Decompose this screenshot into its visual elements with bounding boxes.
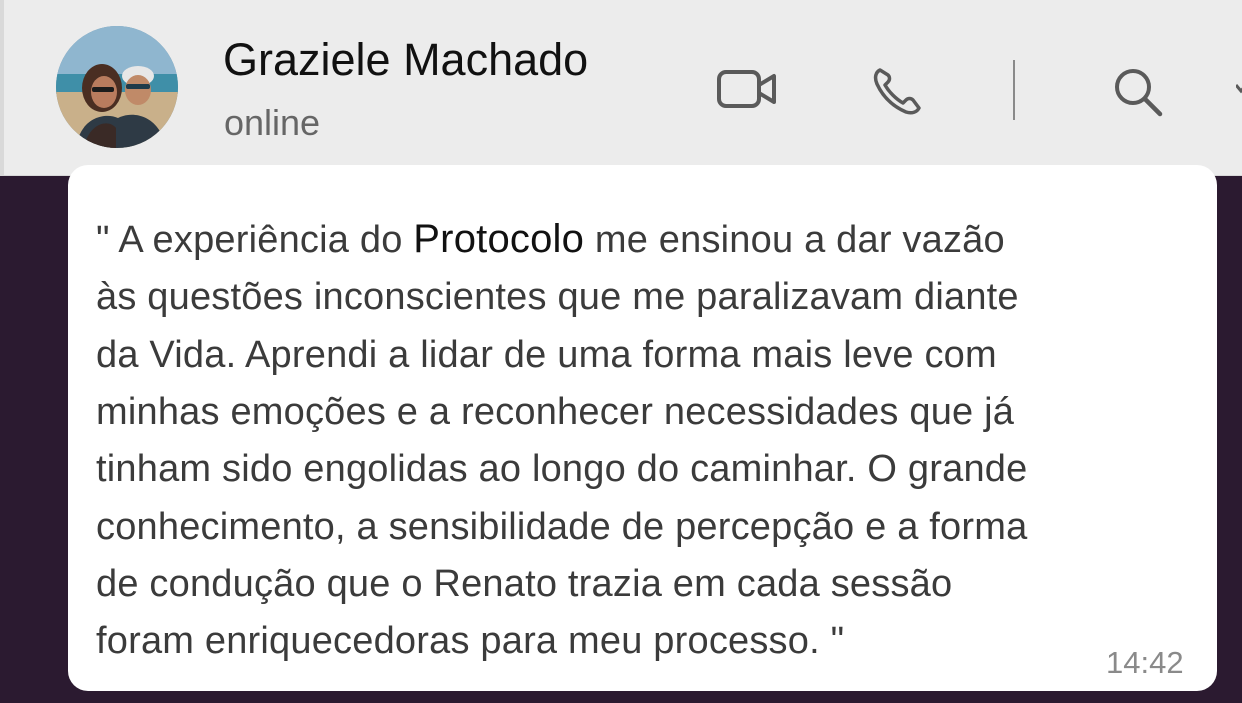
message-line: " A experiência do Protocolo me ensinou … (96, 217, 1005, 262)
message-highlight: Protocolo (413, 217, 585, 261)
message-line: tinham sido engolidas ao longo do caminh… (96, 448, 1028, 490)
message-line: de condução que o Renato trazia em cada … (96, 563, 953, 605)
contact-status: online (224, 102, 321, 143)
message-line: conhecimento, a sensibilidade de percepç… (96, 506, 1028, 548)
message-line: da Vida. Aprendi a lidar de uma forma ma… (96, 334, 997, 376)
message-text: " A experiência do (96, 219, 414, 261)
chevron-down-icon[interactable] (1234, 82, 1242, 100)
message-line: às questões inconscientes que me paraliz… (96, 276, 1019, 318)
avatar-photo (56, 26, 178, 148)
search-icon[interactable] (1110, 64, 1166, 125)
header-divider (1013, 60, 1015, 120)
video-call-icon[interactable] (716, 67, 778, 116)
chat-header: Graziele Machado online (0, 0, 1242, 176)
message-line: foram enriquecedoras para meu processo. … (96, 620, 845, 662)
contact-name[interactable]: Graziele Machado (223, 34, 588, 86)
message-text: me ensinou a dar vazão (584, 219, 1005, 261)
avatar[interactable] (56, 26, 178, 148)
message-line: minhas emoções e a reconhecer necessidad… (96, 391, 1015, 433)
message-timestamp: 14:42 (1106, 645, 1184, 680)
phone-call-icon[interactable] (870, 64, 924, 123)
